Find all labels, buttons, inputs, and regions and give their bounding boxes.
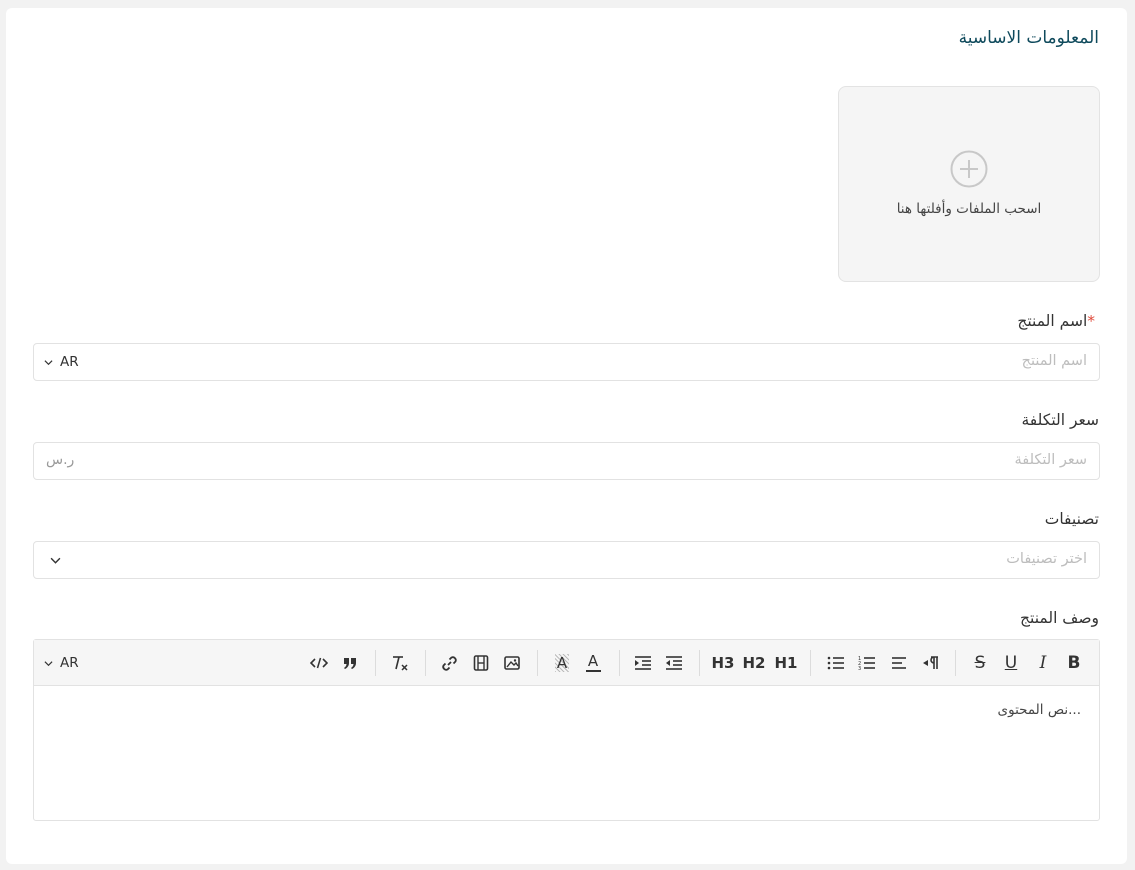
cost-price-input[interactable]: سعر التكلفة ر.س bbox=[33, 442, 1100, 480]
add-circle-icon bbox=[950, 150, 988, 188]
underline-button[interactable]: U bbox=[1000, 652, 1022, 674]
heading-3-button[interactable]: H3 bbox=[712, 652, 735, 674]
text-color-glyph: A bbox=[587, 652, 599, 670]
clear-format-icon[interactable] bbox=[389, 652, 411, 674]
product-name-label: *اسم المنتج bbox=[1017, 312, 1099, 330]
cost-price-label: سعر التكلفة bbox=[1021, 411, 1100, 429]
product-name-label-text: اسم المنتج bbox=[1017, 312, 1088, 330]
heading-2-button[interactable]: H2 bbox=[743, 652, 766, 674]
product-name-input[interactable]: اسم المنتج AR bbox=[33, 343, 1100, 381]
dropzone-text: اسحب الملفات وأفلتها هنا bbox=[896, 201, 1042, 217]
link-icon[interactable] bbox=[438, 652, 460, 674]
description-language-selector[interactable]: AR bbox=[44, 655, 79, 671]
cost-price-placeholder: سعر التكلفة bbox=[1014, 452, 1088, 468]
toolbar-separator bbox=[375, 650, 376, 676]
file-dropzone[interactable]: اسحب الملفات وأفلتها هنا bbox=[838, 86, 1100, 282]
heading-1-button[interactable]: H1 bbox=[775, 652, 798, 674]
text-color-underline bbox=[585, 670, 601, 672]
svg-text:3: 3 bbox=[858, 666, 861, 671]
chevron-down-icon bbox=[50, 557, 61, 564]
toolbar-separator bbox=[810, 650, 811, 676]
toolbar-separator bbox=[699, 650, 700, 676]
strikethrough-button[interactable]: S bbox=[969, 652, 991, 674]
categories-label: تصنيفات bbox=[1044, 510, 1099, 528]
currency-suffix: ر.س bbox=[46, 452, 75, 468]
chevron-down-icon bbox=[44, 660, 53, 666]
toolbar-separator bbox=[425, 650, 426, 676]
blockquote-icon[interactable] bbox=[339, 652, 361, 674]
toolbar-separator bbox=[537, 650, 538, 676]
description-label: وصف المنتج bbox=[1020, 609, 1099, 627]
highlight-glyph: A bbox=[554, 654, 570, 672]
rtl-paragraph-icon[interactable] bbox=[920, 652, 942, 674]
product-name-language-selector[interactable]: AR bbox=[44, 354, 79, 370]
outdent-icon[interactable] bbox=[663, 652, 685, 674]
editor-content[interactable]: ...نص المحتوى bbox=[998, 702, 1081, 718]
image-icon[interactable] bbox=[501, 652, 523, 674]
toolbar-separator bbox=[619, 650, 620, 676]
section-title: المعلومات الاساسية bbox=[958, 28, 1099, 48]
align-icon[interactable] bbox=[888, 652, 910, 674]
text-color-button[interactable]: A bbox=[582, 652, 604, 674]
basic-info-card: المعلومات الاساسية اسحب الملفات وأفلتها … bbox=[6, 8, 1127, 864]
toolbar-separator bbox=[955, 650, 956, 676]
chevron-down-icon bbox=[44, 359, 53, 365]
bold-button[interactable]: B bbox=[1063, 652, 1085, 674]
product-name-language: AR bbox=[60, 354, 79, 370]
required-mark: * bbox=[1087, 312, 1095, 330]
indent-icon[interactable] bbox=[632, 652, 654, 674]
italic-button[interactable]: I bbox=[1032, 652, 1054, 674]
highlight-color-button[interactable]: A bbox=[551, 652, 573, 674]
ordered-list-icon[interactable]: 123 bbox=[856, 652, 878, 674]
bullet-list-icon[interactable] bbox=[825, 652, 847, 674]
editor-toolbar: AR B I U S 123 H1 H2 H3 A A bbox=[34, 640, 1099, 686]
product-name-placeholder: اسم المنتج bbox=[1021, 353, 1087, 369]
rich-text-editor: AR B I U S 123 H1 H2 H3 A A ...نص المحتو… bbox=[33, 639, 1100, 821]
categories-placeholder: اختر تصنيفات bbox=[1006, 551, 1087, 567]
video-icon[interactable] bbox=[470, 652, 492, 674]
categories-select[interactable]: اختر تصنيفات bbox=[33, 541, 1100, 579]
description-language: AR bbox=[60, 655, 79, 671]
code-icon[interactable] bbox=[308, 652, 330, 674]
